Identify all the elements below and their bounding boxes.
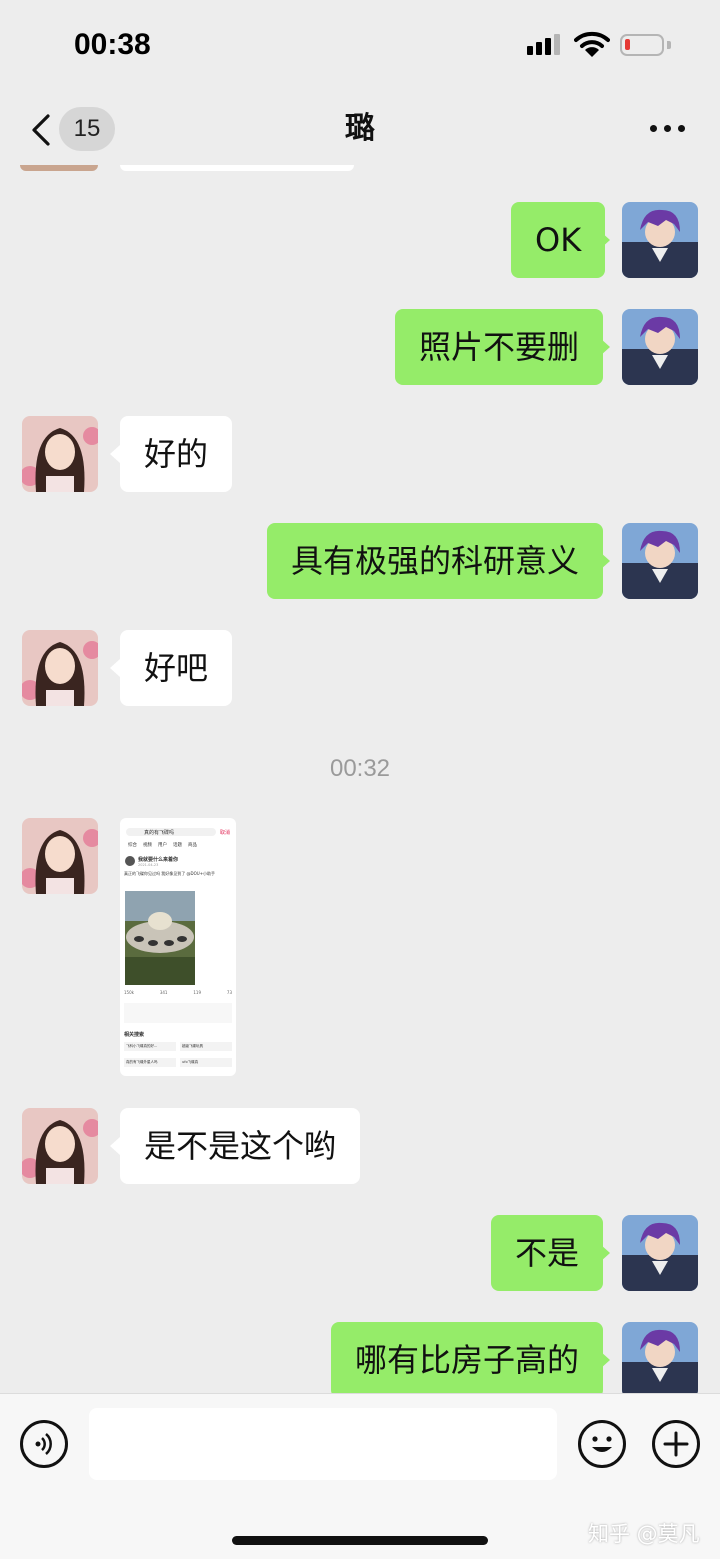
signal-icon [527, 34, 560, 55]
related-title: 相关搜索 [124, 1032, 145, 1038]
bubble-tail [600, 1351, 610, 1369]
related-item: 真的有飞碟外星人吗 [124, 1058, 176, 1067]
message-bubble[interactable]: 不是 [491, 1215, 604, 1291]
related-item: 超级飞碟玩具 [180, 1042, 232, 1051]
related-item: ufo飞碟真 [180, 1058, 232, 1067]
post-caption: 真正的飞碟你见过吗 我好像见到了 @DOU+小助手 [124, 871, 216, 876]
message-bubble[interactable]: 照片不要删 [395, 309, 604, 385]
related-item: 飞科小飞碟真的好... [124, 1042, 176, 1051]
my-avatar[interactable] [622, 202, 698, 278]
post-date: 2021-04-23 [138, 863, 159, 867]
my-avatar[interactable] [622, 1215, 698, 1291]
message-bubble[interactable]: 哪有比房子高的 [331, 1322, 604, 1393]
contact-avatar[interactable] [22, 416, 98, 492]
bubble-tail [110, 445, 120, 463]
tab: 商品 [188, 843, 197, 848]
cancel-text: 取消 [220, 830, 231, 836]
watermark: 知乎 @莫凡 [588, 1522, 700, 1546]
tab: 用户 [158, 843, 167, 848]
author-avatar [125, 856, 135, 866]
bubble-clipped [120, 165, 354, 171]
status-bar: 00:38 [0, 0, 720, 95]
tab: 话题 [173, 843, 182, 848]
battery-tip [667, 41, 671, 49]
tabs: 综合 视频 用户 话题 商品 [128, 842, 197, 848]
chat-header: 15 璐 [0, 95, 720, 165]
message-timestamp: 00:32 [329, 755, 391, 782]
message-bubble[interactable]: OK [511, 202, 606, 278]
bubble-tail [110, 659, 120, 677]
home-indicator[interactable] [232, 1536, 488, 1545]
more-functions-button[interactable] [652, 1420, 700, 1468]
bubble-tail [110, 1137, 120, 1155]
post-stats: 150k 341 119 73 [124, 990, 232, 995]
message-list[interactable]: OK 照片不要删 好的 具有极强的科研意义 好吧 00:32 真的有飞碟吗 取消… [0, 165, 720, 1393]
tab: 视频 [143, 843, 152, 848]
favorites-count: 119 [193, 990, 202, 995]
wifi-icon [574, 31, 610, 57]
contact-avatar[interactable] [22, 1108, 98, 1184]
emoji-button[interactable] [578, 1420, 626, 1468]
search-text: 真的有飞碟吗 [144, 830, 175, 836]
bubble-tail [600, 552, 610, 570]
battery-icon [620, 34, 664, 56]
message-bubble[interactable]: 具有极强的科研意义 [267, 523, 604, 599]
emoji-icon [592, 1436, 612, 1452]
input-bar: 知乎 @莫凡 [0, 1393, 720, 1559]
message-bubble[interactable]: 好的 [120, 416, 233, 492]
shares-count: 73 [226, 990, 232, 995]
shared-screenshot-image[interactable]: 真的有飞碟吗 取消 综合 视频 用户 话题 商品 我就要什么来着你 2021-0… [120, 818, 236, 1076]
contact-avatar[interactable] [22, 630, 98, 706]
bubble-tail [600, 338, 610, 356]
comment-preview [124, 1003, 232, 1023]
voice-icon [35, 1433, 52, 1455]
avatar-clipped [20, 165, 98, 171]
my-avatar[interactable] [622, 1322, 698, 1393]
comments-count: 341 [159, 990, 168, 995]
plus-icon [663, 1431, 689, 1457]
likes-count: 150k [124, 990, 134, 995]
my-avatar[interactable] [622, 523, 698, 599]
author-name: 我就要什么来着你 [138, 857, 179, 863]
chat-title: 璐 [345, 111, 375, 146]
contact-avatar[interactable] [22, 818, 98, 894]
voice-input-button[interactable] [20, 1420, 68, 1468]
message-bubble[interactable]: 是不是这个哟 [120, 1108, 361, 1184]
message-bubble[interactable]: 好吧 [120, 630, 233, 706]
tab: 综合 [128, 843, 137, 848]
more-options-icon[interactable] [650, 125, 685, 132]
ufo-photo [125, 891, 195, 985]
bubble-tail [600, 1244, 610, 1262]
bubble-tail [600, 231, 610, 249]
message-input[interactable] [89, 1408, 557, 1480]
status-time: 00:38 [74, 28, 151, 61]
my-avatar[interactable] [622, 309, 698, 385]
